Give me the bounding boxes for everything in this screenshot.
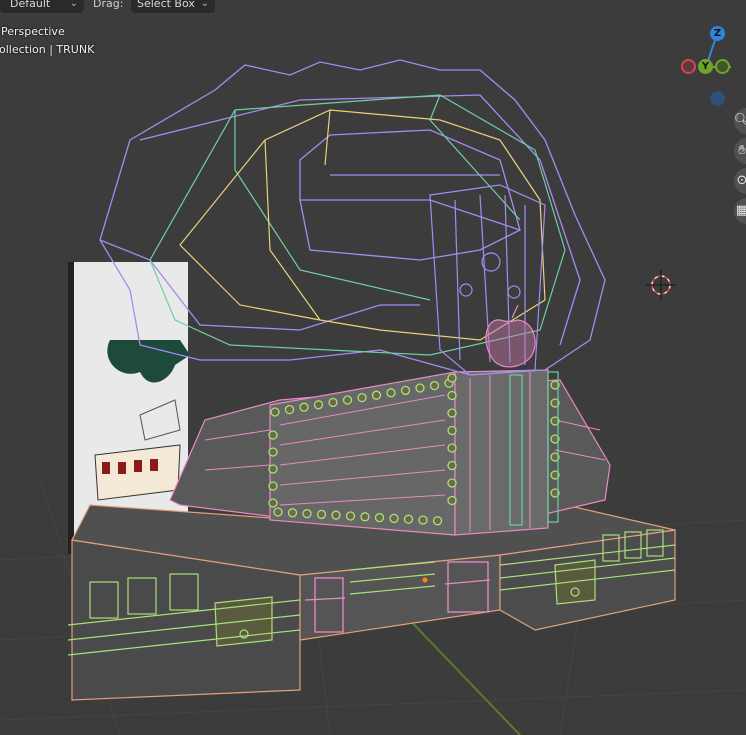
gizmo-neg-x-axis[interactable]	[681, 59, 696, 74]
gizmo-neg-z-axis[interactable]	[710, 91, 725, 106]
marquee-bulb	[418, 515, 428, 525]
marquee-bulb	[287, 508, 298, 518]
marquee-bulb	[432, 516, 443, 526]
marquee-bulb	[447, 408, 457, 418]
marquee-bulb	[447, 443, 457, 453]
gizmo-y-label: Y	[701, 61, 710, 72]
camera-icon: ⊙	[736, 173, 746, 188]
marquee-bulb	[447, 390, 457, 401]
collection-label: ollection | TRUNK	[0, 43, 95, 56]
apple-mesh	[485, 304, 536, 368]
3d-viewport[interactable]: Default ⌄ Drag: Select Box ⌄ Perspective…	[0, 0, 746, 735]
marquee-bulb	[360, 512, 370, 522]
navigation-gizmo[interactable]: Z Y	[678, 24, 746, 108]
origin-dot	[422, 577, 428, 583]
marquee-bulb	[270, 407, 280, 417]
marquee-bulb	[429, 380, 440, 391]
marquee-bulb	[273, 507, 283, 517]
marquee-bulb	[331, 510, 341, 520]
gizmo-x-axis[interactable]	[715, 59, 730, 74]
marquee-bulb	[268, 447, 278, 457]
marquee-bulb	[313, 400, 324, 410]
drag-select-value: Select Box	[137, 0, 195, 10]
chevron-down-icon: ⌄	[69, 0, 78, 9]
drag-select-dropdown[interactable]: Select Box ⌄	[131, 0, 215, 13]
marquee-bulb	[302, 508, 312, 519]
marquee-bulb	[415, 383, 425, 393]
view-name-label: Perspective	[1, 25, 65, 38]
marquee-bulb	[342, 395, 353, 405]
chevron-down-icon: ⌄	[200, 0, 209, 9]
marquee-bulb	[403, 514, 414, 524]
marquee-bulb	[268, 464, 278, 474]
3d-cursor	[646, 270, 676, 300]
drag-label: Drag:	[93, 0, 124, 10]
marquee-bulb	[268, 430, 278, 440]
marquee-bulb	[328, 397, 338, 408]
orientation-value: Default	[10, 0, 51, 10]
pan-hand-icon: ✋︎	[738, 143, 746, 158]
marquee-bulb	[268, 481, 278, 491]
marquee-bulb	[357, 392, 367, 403]
marquee-bulb	[389, 513, 399, 524]
marquee-bulb	[374, 512, 385, 523]
gizmo-y-axis[interactable]: Y	[698, 59, 713, 74]
marquee-bulb	[447, 495, 457, 506]
marquee-bulb	[299, 402, 309, 412]
marquee-bulb	[371, 390, 382, 400]
orientation-dropdown[interactable]: Default ⌄	[0, 0, 84, 13]
marquee-bulb	[447, 460, 457, 471]
marquee-bulb	[386, 388, 396, 398]
marquee-bulb	[316, 509, 327, 520]
marquee-bulb	[400, 385, 411, 396]
grid-ortho-icon: ▦	[735, 203, 746, 218]
marquee-bulb	[345, 511, 356, 521]
marquee-bulb	[284, 404, 295, 415]
marquee-bulb	[268, 498, 278, 508]
gizmo-z-label: Z	[713, 28, 722, 39]
y-axis-line	[399, 609, 521, 735]
zoom-icon: 🔍︎	[733, 113, 746, 128]
marquee-bulb	[447, 373, 457, 383]
marquee-bulb	[447, 425, 457, 436]
scene-canvas[interactable]	[0, 0, 746, 735]
gizmo-z-axis[interactable]: Z	[710, 26, 725, 41]
marquee-bulb	[447, 478, 457, 488]
